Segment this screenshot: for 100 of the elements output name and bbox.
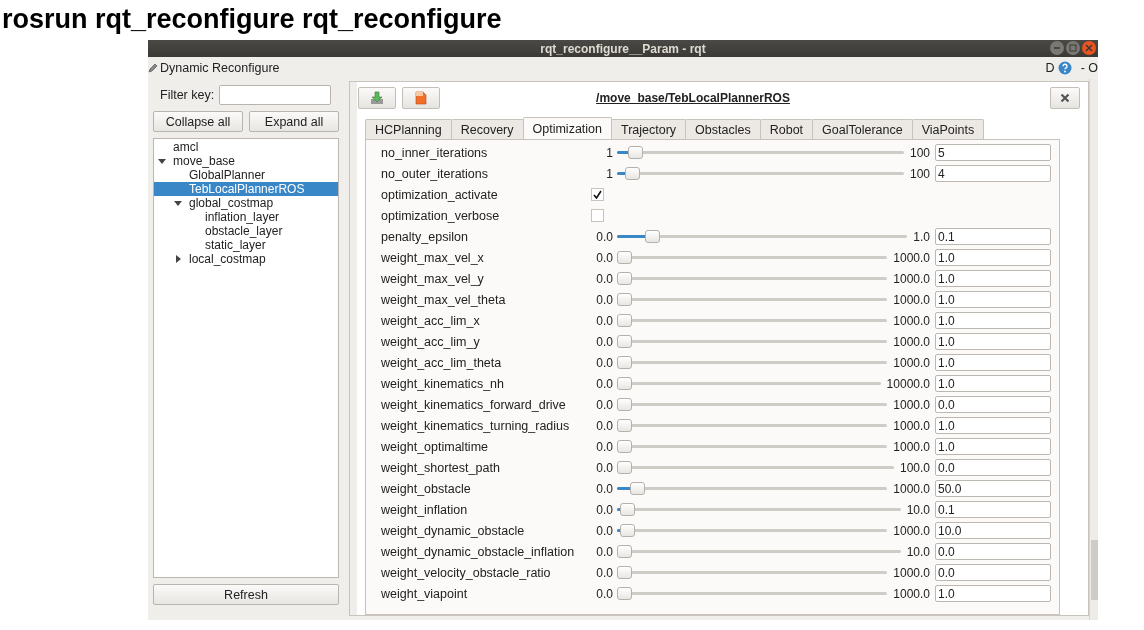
maximize-icon[interactable] bbox=[1066, 41, 1080, 55]
value-field[interactable]: 0.1 bbox=[935, 228, 1051, 245]
slider-thumb[interactable] bbox=[617, 251, 633, 264]
slider[interactable] bbox=[617, 377, 881, 390]
slider-thumb[interactable] bbox=[617, 419, 633, 432]
slider[interactable] bbox=[617, 293, 888, 306]
value-field[interactable]: 1.0 bbox=[935, 438, 1051, 455]
tab[interactable]: Obstacles bbox=[685, 119, 761, 139]
slider-thumb[interactable] bbox=[617, 461, 632, 474]
slider-thumb[interactable] bbox=[617, 545, 632, 558]
slider[interactable] bbox=[617, 545, 901, 558]
tree-item[interactable]: GlobalPlanner bbox=[154, 168, 338, 182]
value-field[interactable]: 1.0 bbox=[935, 291, 1051, 308]
value-field[interactable]: 1.0 bbox=[935, 354, 1051, 371]
tree-item[interactable]: global_costmap bbox=[154, 196, 338, 210]
tree-item[interactable]: amcl bbox=[154, 140, 338, 154]
slider-thumb[interactable] bbox=[619, 503, 635, 516]
slider-thumb[interactable] bbox=[617, 356, 633, 369]
expanded-arrow-icon[interactable] bbox=[173, 198, 183, 208]
slider-thumb[interactable] bbox=[617, 566, 632, 579]
value-field[interactable]: 1.0 bbox=[935, 417, 1051, 434]
value-field[interactable]: 0.1 bbox=[935, 501, 1051, 518]
scrollbar[interactable] bbox=[1089, 79, 1098, 620]
collapsed-arrow-icon[interactable] bbox=[173, 254, 183, 264]
tree-item[interactable]: inflation_layer bbox=[154, 210, 338, 224]
parameter-name: weight_kinematics_turning_radius bbox=[381, 418, 571, 433]
value-field[interactable]: 1.0 bbox=[935, 375, 1051, 392]
plugin-label[interactable]: D bbox=[1045, 61, 1055, 75]
max-label: 1000.0 bbox=[893, 439, 930, 454]
value-field[interactable]: 1.0 bbox=[935, 333, 1051, 350]
value-field[interactable]: 0.0 bbox=[935, 396, 1051, 413]
value-field[interactable]: 4 bbox=[935, 165, 1051, 182]
value-field[interactable]: 1.0 bbox=[935, 312, 1051, 329]
tab[interactable]: Trajectory bbox=[611, 119, 687, 139]
slider-thumb[interactable] bbox=[627, 146, 643, 159]
slider-thumb[interactable] bbox=[625, 167, 641, 180]
value-field[interactable]: 50.0 bbox=[935, 480, 1051, 497]
tree-item[interactable]: static_layer bbox=[154, 238, 338, 252]
slider-thumb[interactable] bbox=[617, 587, 633, 600]
tree-item[interactable]: obstacle_layer bbox=[154, 224, 338, 238]
slider[interactable] bbox=[617, 272, 888, 285]
expand-button[interactable]: Expand all bbox=[249, 111, 339, 132]
slider-thumb[interactable] bbox=[629, 482, 645, 495]
tab[interactable]: Recovery bbox=[450, 119, 524, 139]
collapse-button[interactable]: Collapse all bbox=[153, 111, 243, 132]
value-field[interactable]: 5 bbox=[935, 144, 1051, 161]
value-field[interactable]: 1.0 bbox=[935, 585, 1051, 602]
expanded-arrow-icon[interactable] bbox=[157, 156, 167, 166]
tab[interactable]: HCPlanning bbox=[365, 119, 452, 139]
value-field[interactable]: 1.0 bbox=[935, 249, 1051, 266]
slider[interactable] bbox=[617, 419, 888, 432]
slider[interactable] bbox=[617, 524, 888, 537]
plugin-menu-label[interactable]: - O bbox=[1080, 61, 1098, 75]
tree-item[interactable]: local_costmap bbox=[154, 252, 338, 266]
slider[interactable] bbox=[617, 566, 888, 579]
close-icon[interactable] bbox=[1082, 41, 1096, 55]
slider-thumb[interactable] bbox=[617, 398, 632, 411]
slider-thumb[interactable] bbox=[617, 314, 633, 327]
parameter-name: weight_optimaltime bbox=[381, 439, 489, 454]
slider-thumb[interactable] bbox=[617, 335, 633, 348]
slider-thumb[interactable] bbox=[617, 377, 632, 390]
slider[interactable] bbox=[617, 251, 888, 264]
filter-field[interactable] bbox=[219, 85, 332, 105]
slider-thumb[interactable] bbox=[617, 272, 633, 285]
slider-thumb[interactable] bbox=[617, 293, 633, 306]
tab[interactable]: ViaPoints bbox=[911, 119, 985, 139]
slider[interactable] bbox=[617, 461, 894, 474]
slider-thumb[interactable] bbox=[644, 230, 660, 243]
slider-thumb[interactable] bbox=[617, 440, 633, 453]
slider[interactable] bbox=[617, 587, 888, 600]
save-button[interactable] bbox=[358, 87, 396, 109]
refresh-button[interactable]: Refresh bbox=[153, 584, 339, 605]
tab[interactable]: GoalTolerance bbox=[812, 119, 913, 139]
help-icon[interactable] bbox=[1057, 61, 1072, 75]
slider[interactable] bbox=[617, 146, 904, 159]
slider[interactable] bbox=[617, 398, 888, 411]
slider[interactable] bbox=[617, 314, 888, 327]
checkbox[interactable] bbox=[591, 188, 604, 201]
tree-item[interactable]: move_base bbox=[154, 154, 338, 168]
value-field[interactable]: 10.0 bbox=[935, 522, 1051, 539]
value-field[interactable]: 0.0 bbox=[935, 459, 1051, 476]
checkbox[interactable] bbox=[591, 209, 604, 222]
slider[interactable] bbox=[617, 356, 888, 369]
slider[interactable] bbox=[617, 482, 888, 495]
slider[interactable] bbox=[617, 167, 904, 180]
value-field[interactable]: 0.0 bbox=[935, 564, 1051, 581]
tab[interactable]: Robot bbox=[759, 119, 814, 139]
slider[interactable] bbox=[617, 440, 888, 453]
minimize-icon[interactable] bbox=[1050, 41, 1064, 55]
slider[interactable] bbox=[617, 503, 901, 516]
slider-thumb[interactable] bbox=[619, 524, 635, 537]
value-field[interactable]: 1.0 bbox=[935, 270, 1051, 287]
load-button[interactable] bbox=[402, 87, 440, 109]
min-label: 1 bbox=[605, 166, 613, 181]
tab[interactable]: Optimization bbox=[522, 117, 612, 139]
close-button[interactable] bbox=[1050, 87, 1080, 109]
tree-item[interactable]: TebLocalPlannerROS bbox=[154, 182, 338, 196]
slider[interactable] bbox=[617, 230, 908, 243]
value-field[interactable]: 0.0 bbox=[935, 543, 1051, 560]
slider[interactable] bbox=[617, 335, 888, 348]
